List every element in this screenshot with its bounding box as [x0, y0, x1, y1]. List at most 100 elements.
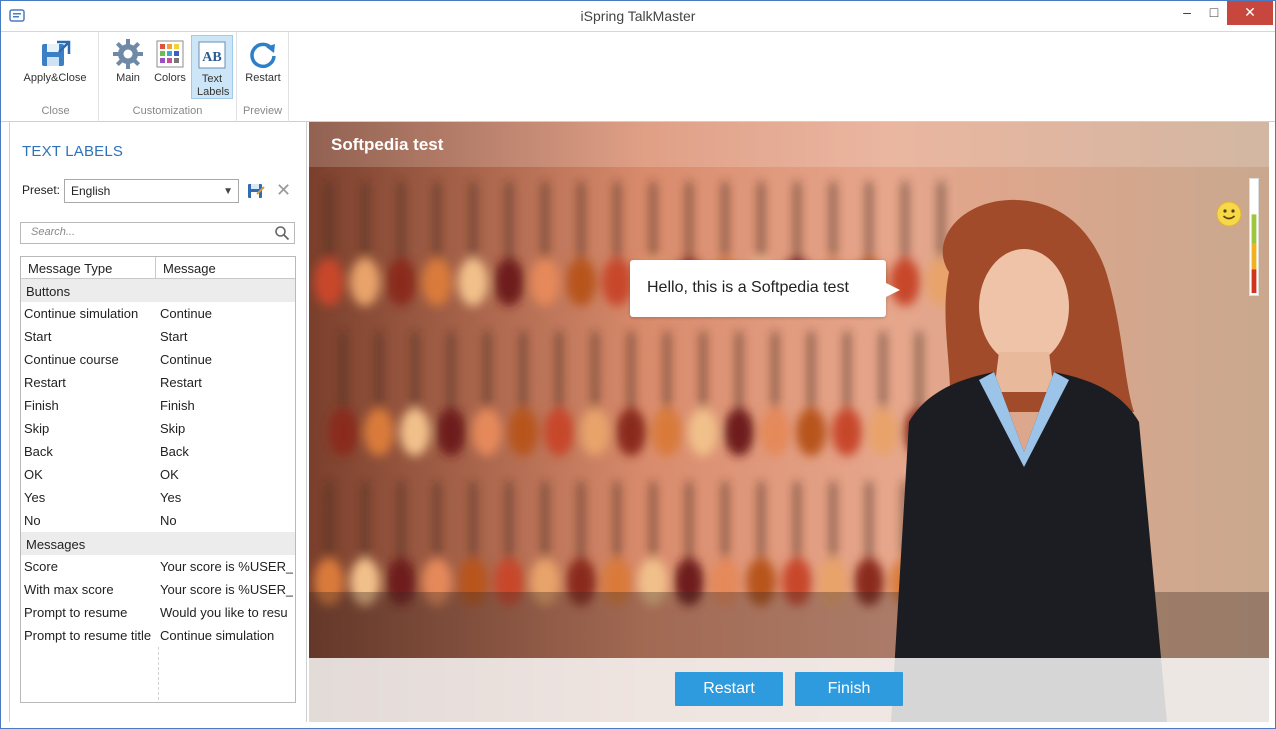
guitar-shape [566, 258, 596, 306]
ribbon-group-label: Close [41, 105, 70, 117]
column-header-message[interactable]: Message [163, 261, 216, 276]
message-cell[interactable]: Skip [160, 421, 293, 436]
message-type-cell: Prompt to resume [24, 605, 128, 620]
delete-preset-icon[interactable]: ✕ [276, 181, 294, 199]
close-window-button[interactable]: ✕ [1227, 1, 1273, 25]
gear-icon [113, 39, 143, 69]
guitar-neck-shape [651, 482, 655, 562]
message-type-cell: Continue simulation [24, 306, 139, 321]
message-type-cell: Continue course [24, 352, 119, 367]
restart-button[interactable]: Restart [675, 672, 783, 706]
table-row[interactable]: Prompt to resume title Continue simulatio… [21, 624, 295, 647]
guitar-neck-shape [507, 182, 511, 262]
title-bar: iSpring TalkMaster – □ ✕ [1, 1, 1275, 32]
table-row[interactable]: Start Start [21, 325, 295, 348]
guitar-neck-shape [341, 332, 345, 412]
save-preset-icon[interactable] [247, 182, 265, 200]
guitar-shape [616, 408, 646, 456]
guitar-neck-shape [413, 332, 417, 412]
guitar-neck-shape [795, 182, 799, 262]
table-header: Message Type Message [21, 257, 295, 279]
message-type-cell: Back [24, 444, 53, 459]
apply-close-button[interactable]: Apply&Close [17, 35, 93, 99]
message-cell[interactable]: Continue simulation [160, 628, 293, 643]
message-type-cell: Yes [24, 490, 46, 505]
table-row[interactable]: No No [21, 509, 295, 532]
message-cell[interactable]: Continue [160, 352, 293, 367]
guitar-shape [868, 408, 898, 456]
guitar-neck-shape [845, 332, 849, 412]
guitar-neck-shape [917, 332, 921, 412]
table-row[interactable]: Restart Restart [21, 371, 295, 394]
guitar-neck-shape [521, 332, 525, 412]
bottom-action-bar [309, 658, 1269, 722]
table-group-row[interactable]: Messages [21, 532, 295, 555]
apply-close-label: Apply&Close [23, 72, 87, 84]
ribbon-group-customization: Main Colors AB Text Labels Customization [99, 32, 237, 122]
table-row[interactable]: Continue course Continue [21, 348, 295, 371]
message-type-cell: Prompt to resume title [24, 628, 152, 643]
guitar-neck-shape [471, 182, 475, 262]
guitar-neck-shape [831, 482, 835, 562]
guitar-neck-shape [809, 332, 813, 412]
message-type-cell: Score [24, 559, 58, 574]
search-input[interactable]: Search... [20, 222, 295, 244]
guitar-neck-shape [759, 182, 763, 262]
guitar-neck-shape [399, 182, 403, 262]
guitar-neck-shape [471, 482, 475, 562]
table-row[interactable]: With max score Your score is %USER_S [21, 578, 295, 601]
message-cell[interactable]: Yes [160, 490, 293, 505]
message-cell[interactable]: No [160, 513, 293, 528]
smiley-icon [1216, 201, 1242, 227]
table-row[interactable]: Back Back [21, 440, 295, 463]
guitar-neck-shape [363, 482, 367, 562]
guitar-neck-shape [377, 332, 381, 412]
message-cell[interactable]: Restart [160, 375, 293, 390]
maximize-button[interactable]: □ [1197, 1, 1231, 25]
message-cell[interactable]: Your score is %USER_S [160, 559, 293, 574]
table-row[interactable]: Yes Yes [21, 486, 295, 509]
finish-button[interactable]: Finish [795, 672, 903, 706]
message-cell[interactable]: Continue [160, 306, 293, 321]
search-icon [275, 226, 290, 241]
guitar-neck-shape [795, 482, 799, 562]
table-row[interactable]: Prompt to resume Would you like to resu [21, 601, 295, 624]
text-labels-button[interactable]: AB Text Labels [191, 35, 233, 99]
table-row[interactable]: Score Your score is %USER_S [21, 555, 295, 578]
message-type-cell: Start [24, 329, 52, 344]
speech-bubble-text: Hello, this is a Softpedia test [647, 279, 849, 296]
message-cell[interactable]: Finish [160, 398, 293, 413]
ribbon: Apply&Close Close Main Colors AB Text La… [1, 32, 1275, 122]
preset-dropdown[interactable]: English ▼ [64, 179, 239, 203]
guitar-neck-shape [435, 482, 439, 562]
app-window: iSpring TalkMaster – □ ✕ Apply&Close Clo… [0, 0, 1276, 729]
restart-preview-button[interactable]: Restart [241, 35, 285, 99]
text-labels-label: Text Labels [197, 73, 230, 98]
table-row[interactable]: Continue simulation Continue [21, 302, 295, 325]
column-header-message-type[interactable]: Message Type [28, 261, 112, 276]
message-cell[interactable]: Would you like to resu [160, 605, 293, 620]
search-placeholder: Search... [31, 226, 76, 238]
ribbon-group-close: Apply&Close Close [13, 32, 99, 122]
message-cell[interactable]: Back [160, 444, 293, 459]
message-cell[interactable]: Your score is %USER_S [160, 582, 293, 597]
guitar-neck-shape [399, 482, 403, 562]
guitar-neck-shape [701, 332, 705, 412]
guitar-neck-shape [773, 332, 777, 412]
table-group-row[interactable]: Buttons [21, 279, 295, 302]
svg-text:AB: AB [202, 50, 221, 65]
guitar-neck-shape [867, 482, 871, 562]
colors-button[interactable]: Colors [149, 35, 191, 99]
guitar-neck-shape [435, 182, 439, 262]
message-cell[interactable]: Start [160, 329, 293, 344]
table-row[interactable]: Skip Skip [21, 417, 295, 440]
guitar-shape [472, 408, 502, 456]
main-button[interactable]: Main [107, 35, 149, 99]
table-row[interactable]: Finish Finish [21, 394, 295, 417]
guitar-shape [436, 408, 466, 456]
guitar-neck-shape [629, 332, 633, 412]
guitar-neck-shape [723, 182, 727, 262]
guitar-shape [832, 408, 862, 456]
message-cell[interactable]: OK [160, 467, 293, 482]
table-row[interactable]: OK OK [21, 463, 295, 486]
